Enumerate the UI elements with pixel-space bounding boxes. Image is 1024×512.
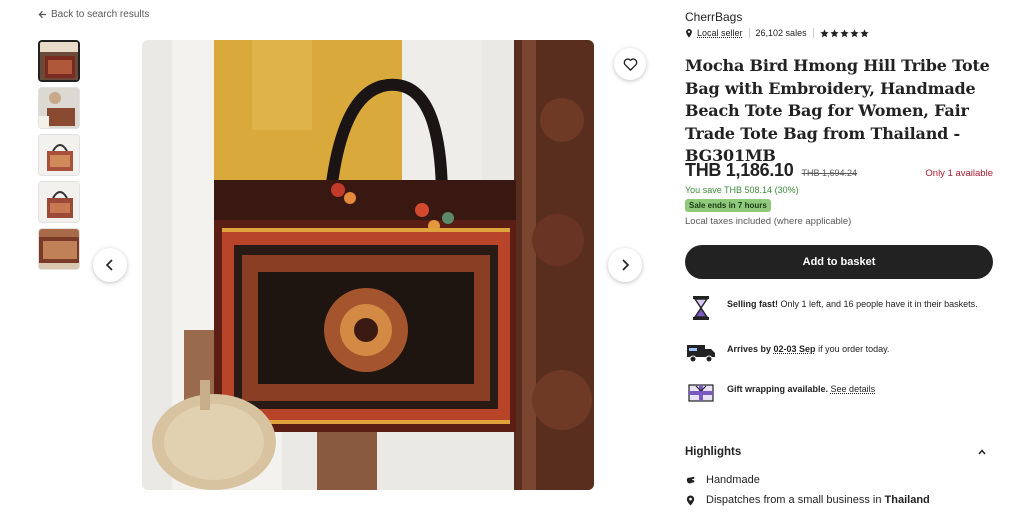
selling-fast-detail: Only 1 left, and 16 people have it in th…: [778, 299, 978, 309]
gift-wrap-notice: Gift wrapping available. See details: [685, 379, 985, 407]
dispatch-country: Thailand: [884, 494, 930, 506]
main-product-image[interactable]: [142, 40, 594, 490]
location-pin-icon: [686, 494, 695, 506]
star-icon: [859, 28, 869, 37]
thumbnail-3-image: [39, 135, 79, 175]
thumbnail-2-image: [39, 88, 79, 128]
chevron-right-icon: [622, 259, 630, 271]
thumbnail-5[interactable]: [38, 228, 80, 270]
taxes-note: Local taxes included (where applicable): [685, 216, 852, 227]
add-to-basket-button[interactable]: Add to basket: [685, 245, 993, 279]
highlight-dispatch: Dispatches from a small business in Thai…: [685, 494, 930, 506]
gift-icon: [685, 379, 717, 407]
back-link-label: Back to search results: [51, 9, 150, 20]
arrival-notice: Arrives by 02-03 Sep if you order today.: [685, 339, 985, 367]
star-icon: [839, 28, 849, 37]
thumbnail-3[interactable]: [38, 134, 80, 176]
handmade-label: Handmade: [706, 474, 760, 486]
hand-icon: [686, 476, 695, 483]
gift-wrap-bold: Gift wrapping available.: [727, 384, 829, 394]
next-image-button[interactable]: [608, 248, 642, 282]
dispatch-prefix: Dispatches from a small business in: [706, 494, 882, 506]
highlight-handmade: Handmade: [685, 474, 760, 486]
heart-icon: [623, 57, 637, 71]
star-icon: [819, 28, 829, 37]
price-row: THB 1,186.10 THB 1,694.24 Only 1 availab…: [685, 160, 993, 181]
highlights-toggle[interactable]: Highlights: [685, 446, 993, 458]
meta-divider: [748, 28, 750, 38]
delivery-truck-icon: [685, 339, 717, 367]
savings-text: You save THB 508.14 (30%): [685, 185, 799, 195]
product-title: Mocha Bird Hmong Hill Tribe Tote Bag wit…: [685, 56, 990, 165]
thumbnail-1[interactable]: [38, 40, 80, 82]
sale-ends-badge: Sale ends in 7 hours: [685, 199, 771, 212]
see-details-link[interactable]: See details: [831, 384, 876, 394]
chevron-up-icon: [978, 449, 986, 455]
availability-text: Only 1 available: [925, 168, 993, 179]
thumbnail-4[interactable]: [38, 181, 80, 223]
favorite-button[interactable]: [614, 48, 646, 80]
thumbnail-1-image: [40, 42, 78, 80]
arrives-prefix: Arrives by: [727, 344, 774, 354]
sales-count: 26,102 sales: [755, 28, 807, 38]
selling-fast-notice: Selling fast! Only 1 left, and 16 people…: [685, 294, 985, 322]
hourglass-icon: [685, 294, 717, 322]
previous-image-button[interactable]: [93, 248, 127, 282]
back-to-search-link[interactable]: Back to search results: [38, 9, 149, 20]
arrival-date-link[interactable]: 02-03 Sep: [774, 344, 816, 354]
tote-bag-photo: [142, 40, 594, 490]
arrives-suffix: if you order today.: [815, 344, 890, 354]
star-icon: [829, 28, 839, 37]
thumbnail-5-image: [39, 229, 79, 269]
local-seller-badge[interactable]: Local seller: [697, 28, 743, 38]
original-price: THB 1,694.24: [801, 168, 858, 178]
selling-fast-bold: Selling fast!: [727, 299, 779, 309]
chevron-left-icon: [105, 259, 113, 271]
location-pin-icon: [686, 28, 692, 38]
arrow-left-icon: [38, 10, 47, 19]
sale-price: THB 1,186.10: [685, 160, 794, 180]
thumbnail-strip: [38, 40, 80, 275]
meta-divider-2: [812, 28, 814, 38]
shop-meta: Local seller 26,102 sales: [685, 28, 869, 38]
star-rating[interactable]: [819, 28, 869, 38]
highlights-heading: Highlights: [685, 446, 742, 458]
thumbnail-2[interactable]: [38, 87, 80, 129]
thumbnail-4-image: [39, 182, 79, 222]
star-icon: [849, 28, 859, 37]
shop-name-link[interactable]: CherrBags: [685, 10, 742, 24]
